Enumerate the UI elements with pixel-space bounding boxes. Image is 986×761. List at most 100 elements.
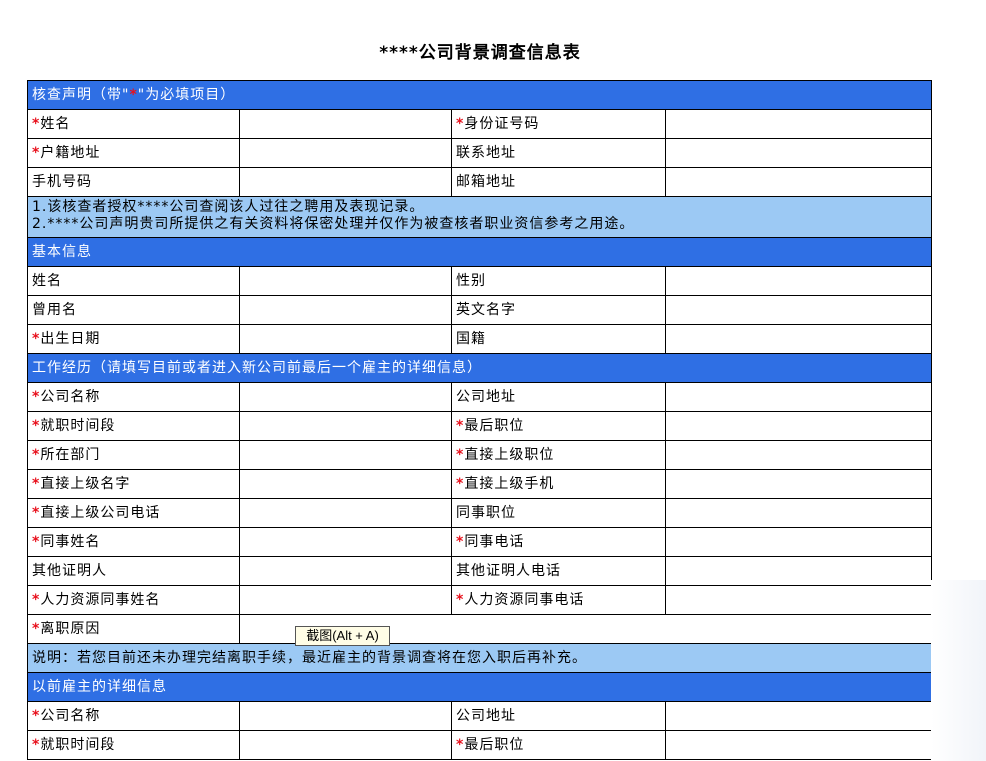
declaration-header-suffix: "为必填项目） — [137, 87, 236, 103]
declaration-notes-row: 1.该核查者授权****公司查阅该人过往之聘用及表现记录。 2.****公司声明贵… — [26, 196, 933, 238]
field-label: *户籍地址 — [27, 138, 240, 168]
field-input[interactable] — [239, 701, 452, 731]
field-label: *最后职位 — [451, 730, 666, 760]
field-label: 国籍 — [451, 324, 666, 354]
field-label-text: 最后职位 — [464, 418, 525, 434]
form-row: *户籍地址 联系地址 — [27, 138, 933, 168]
field-input[interactable] — [239, 585, 452, 615]
form-row: *出生日期 国籍 — [27, 324, 933, 354]
field-input[interactable] — [239, 498, 452, 528]
field-label: 联系地址 — [451, 138, 666, 168]
field-input[interactable] — [664, 469, 933, 499]
field-label: 同事职位 — [451, 498, 666, 528]
field-input[interactable] — [239, 556, 452, 586]
field-input[interactable] — [239, 382, 452, 412]
form-row: *所在部门 *直接上级职位 — [27, 440, 933, 470]
field-label-text: 所在部门 — [40, 447, 101, 463]
field-label-text: 同事职位 — [456, 505, 516, 521]
field-label: *直接上级公司电话 — [27, 498, 240, 528]
field-input[interactable] — [664, 138, 933, 168]
field-label: *身份证号码 — [451, 109, 666, 139]
field-input[interactable] — [239, 730, 452, 760]
section-header-work: 工作经历（请填写目前或者进入新公司前最后一个雇主的详细信息） — [26, 353, 933, 383]
section-header-basic: 基本信息 — [26, 237, 933, 267]
field-label-text: 邮箱地址 — [456, 174, 516, 190]
field-label: *出生日期 — [27, 324, 240, 354]
field-input[interactable] — [239, 109, 452, 139]
form-row: *离职原因 — [27, 614, 933, 644]
field-input[interactable] — [239, 469, 452, 499]
previous-section-title: 以前雇主的详细信息 — [26, 672, 933, 702]
field-input[interactable] — [664, 266, 933, 296]
field-input[interactable] — [664, 701, 933, 731]
field-input[interactable] — [664, 440, 933, 470]
field-label: 公司地址 — [451, 382, 666, 412]
field-input[interactable] — [664, 556, 933, 586]
form-row: 曾用名 英文名字 — [27, 295, 933, 325]
field-label: *同事电话 — [451, 527, 666, 557]
field-label-text: 曾用名 — [32, 302, 77, 318]
field-label: *离职原因 — [27, 614, 240, 644]
field-input[interactable] — [664, 109, 933, 139]
work-section-title: 工作经历（请填写目前或者进入新公司前最后一个雇主的详细信息） — [26, 353, 933, 383]
field-label: 性别 — [451, 266, 666, 296]
field-input[interactable] — [239, 324, 452, 354]
field-label: *公司名称 — [27, 382, 240, 412]
field-label: *直接上级手机 — [451, 469, 666, 499]
field-input[interactable] — [239, 295, 452, 325]
field-input[interactable] — [239, 138, 452, 168]
field-input[interactable] — [664, 295, 933, 325]
field-label-text: 最后职位 — [464, 737, 525, 753]
form-row: *公司名称 公司地址 — [27, 382, 933, 412]
field-input[interactable] — [664, 585, 933, 615]
form-row: *人力资源同事姓名 *人力资源同事电话 — [27, 585, 933, 615]
field-label: 公司地址 — [451, 701, 666, 731]
form-row: 手机号码 邮箱地址 — [27, 167, 933, 197]
field-label-text: 公司地址 — [456, 708, 516, 724]
screenshot-tooltip: 截图(Alt + A) — [295, 626, 390, 646]
form-row: *直接上级名字 *直接上级手机 — [27, 469, 933, 499]
field-input[interactable] — [664, 498, 933, 528]
field-label-text: 就职时间段 — [40, 737, 116, 753]
field-label: 手机号码 — [27, 167, 240, 197]
required-star: * — [129, 87, 138, 103]
field-label-text: 人力资源同事电话 — [464, 592, 585, 608]
leave-reason-label: 离职原因 — [40, 621, 101, 637]
field-label: 其他证明人电话 — [451, 556, 666, 586]
form-row: 姓名 性别 — [27, 266, 933, 296]
field-input[interactable] — [239, 167, 452, 197]
field-input[interactable] — [239, 266, 452, 296]
field-label-text: 户籍地址 — [40, 145, 101, 161]
declaration-header-prefix: 核查声明（带" — [32, 87, 130, 103]
field-label: 英文名字 — [451, 295, 666, 325]
field-label-text: 公司名称 — [40, 708, 101, 724]
basic-section-title: 基本信息 — [26, 237, 933, 267]
field-label: 姓名 — [27, 266, 240, 296]
field-label: *公司名称 — [27, 701, 240, 731]
section-header-declaration: 核查声明（带"*"为必填项目） — [26, 80, 933, 110]
field-input[interactable] — [664, 167, 933, 197]
form-row: 其他证明人 其他证明人电话 — [27, 556, 933, 586]
field-label: 其他证明人 — [27, 556, 240, 586]
field-label-text: 其他证明人 — [32, 563, 107, 579]
field-input[interactable] — [664, 382, 933, 412]
field-label-text: 公司地址 — [456, 389, 516, 405]
declaration-note: 1.该核查者授权****公司查阅该人过往之聘用及表现记录。 — [32, 199, 425, 215]
form-row: *就职时间段 *最后职位 — [27, 730, 933, 760]
field-label-text: 就职时间段 — [40, 418, 116, 434]
work-note-row: 说明：若您目前还未办理完结离职手续，最近雇主的背景调查将在您入职后再补充。 — [26, 643, 933, 673]
field-label-text: 性别 — [456, 273, 486, 289]
field-input[interactable] — [239, 411, 452, 441]
field-input[interactable] — [664, 730, 933, 760]
field-label-text: 身份证号码 — [464, 116, 540, 132]
field-input[interactable] — [664, 411, 933, 441]
field-input[interactable] — [664, 527, 933, 557]
form-row: *姓名 *身份证号码 — [27, 109, 933, 139]
corner-shadow — [931, 580, 986, 761]
field-input[interactable] — [239, 440, 452, 470]
field-input[interactable] — [239, 527, 452, 557]
field-label: *就职时间段 — [27, 730, 240, 760]
field-input[interactable] — [664, 324, 933, 354]
page-title: ****公司背景调查信息表 — [379, 43, 581, 63]
field-label-text: 直接上级公司电话 — [40, 505, 161, 521]
